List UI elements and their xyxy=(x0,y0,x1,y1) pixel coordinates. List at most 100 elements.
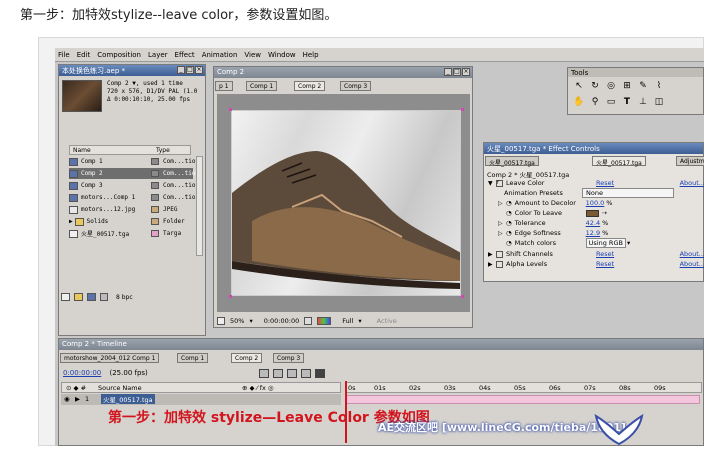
tab-effect-layer-1[interactable]: 火星_00517.tga xyxy=(485,156,539,167)
effect-row-color[interactable]: ◔ Color To Leave ⇢ xyxy=(498,208,698,218)
list-item[interactable]: 火星_00517.tga Targa xyxy=(69,228,181,239)
fx-toggle-icon[interactable]: f xyxy=(496,179,503,187)
current-time[interactable]: 0:00:00:00 xyxy=(63,369,101,377)
comp-viewport[interactable] xyxy=(217,94,470,312)
menu-view[interactable]: View xyxy=(241,48,265,61)
column-type[interactable]: Type xyxy=(156,147,170,154)
stopwatch-icon[interactable]: ◔ xyxy=(506,239,512,247)
list-item[interactable]: motors...Comp 1 Com...tion xyxy=(69,192,199,203)
maximize-icon[interactable]: □ xyxy=(186,66,194,74)
amount-value[interactable]: 100.0 xyxy=(586,199,605,207)
effect-row-match-colors[interactable]: ◔ Match colors Using RGB ▾ xyxy=(498,238,698,248)
tab-comp-1[interactable]: Comp 1 xyxy=(246,81,278,91)
expand-triangle-icon[interactable]: ▷ xyxy=(498,200,506,207)
folder-new-icon[interactable] xyxy=(74,293,83,301)
list-item[interactable]: motors...12.jpg JPEG xyxy=(69,204,177,215)
stopwatch-icon[interactable]: ◔ xyxy=(506,219,512,227)
stamp-tool-icon[interactable]: ⊥ xyxy=(636,96,650,110)
list-item-selected[interactable]: Comp 2 Com...tion xyxy=(69,168,199,179)
presets-dropdown[interactable]: None xyxy=(582,188,674,198)
about-link[interactable]: About... xyxy=(680,179,704,187)
motion-blur-icon[interactable] xyxy=(301,369,311,378)
close-icon[interactable]: × xyxy=(195,66,203,74)
reset-link[interactable]: Reset xyxy=(596,250,614,258)
graph-editor-icon[interactable] xyxy=(315,369,325,378)
text-tool-icon[interactable]: T xyxy=(620,96,634,110)
expand-triangle-icon[interactable]: ▼ xyxy=(488,180,496,187)
resolution-dropdown[interactable]: Full xyxy=(342,317,353,325)
about-link[interactable]: About... xyxy=(680,260,704,268)
rectangle-mask-tool-icon[interactable]: ▭ xyxy=(604,96,618,110)
effect-row-tolerance[interactable]: ▷ ◔ Tolerance 42.4% xyxy=(498,218,698,228)
tab-comp-3[interactable]: Comp 3 xyxy=(340,81,372,91)
eraser-tool-icon[interactable]: ◫ xyxy=(652,96,666,110)
menu-edit[interactable]: Edit xyxy=(74,48,95,61)
close-icon[interactable]: × xyxy=(462,68,470,76)
effect-row-shift-channels[interactable]: ▶ Shift Channels Reset About... xyxy=(488,249,704,259)
list-item[interactable]: ▶ Solids Folder xyxy=(69,216,185,227)
stopwatch-icon[interactable]: ◔ xyxy=(506,229,512,237)
trash-icon[interactable] xyxy=(100,293,108,301)
corner-handle[interactable] xyxy=(461,108,464,111)
tab-timeline-comp-2[interactable]: Comp 2 xyxy=(231,353,263,363)
expand-triangle-icon[interactable]: ▷ xyxy=(498,230,506,237)
minimize-icon[interactable]: _ xyxy=(177,66,185,74)
menu-file[interactable]: File xyxy=(55,48,74,61)
effect-row-amount[interactable]: ▷ ◔ Amount to Decolor 100.0% xyxy=(498,198,698,208)
chevron-down-icon[interactable]: ▾ xyxy=(627,239,630,247)
camera-tool-icon[interactable]: ◎ xyxy=(604,80,618,94)
zoom-tool-icon[interactable]: ⚲ xyxy=(588,96,602,110)
fx-toggle-icon[interactable] xyxy=(496,250,503,258)
list-item[interactable]: Comp 3 Com...tion xyxy=(69,180,199,191)
corner-handle[interactable] xyxy=(461,295,464,298)
comp-title-bar[interactable]: Comp 2 _ □ × xyxy=(214,67,472,78)
tab-effect-adjustment[interactable]: Adjustmen xyxy=(676,156,704,166)
list-item[interactable]: Comp 1 Com...tion xyxy=(69,156,199,167)
zoom-icon[interactable] xyxy=(217,316,225,325)
rotate-tool-icon[interactable]: ↻ xyxy=(588,80,602,94)
project-scrollbar[interactable] xyxy=(196,156,203,256)
tab-timeline-comp-3[interactable]: Comp 3 xyxy=(273,353,305,363)
tolerance-value[interactable]: 42.4 xyxy=(586,219,600,227)
eyedropper-icon[interactable]: ⇢ xyxy=(602,209,607,217)
snapshot-icon[interactable] xyxy=(304,316,313,325)
timecode-display[interactable]: 0:00:00:00 xyxy=(264,317,300,325)
pan-behind-tool-icon[interactable]: ⊞ xyxy=(620,80,634,94)
menu-animation[interactable]: Animation xyxy=(199,48,242,61)
menu-window[interactable]: Window xyxy=(265,48,300,61)
bit-depth-label[interactable]: 8 bpc xyxy=(116,294,133,301)
expand-triangle-icon[interactable]: ▶ xyxy=(488,261,496,268)
menu-effect[interactable]: Effect xyxy=(172,48,199,61)
minimize-icon[interactable]: _ xyxy=(444,68,452,76)
maximize-icon[interactable]: □ xyxy=(453,68,461,76)
effect-row-leave-color[interactable]: ▼ f Leave Color Reset About... xyxy=(488,178,704,188)
selection-tool-icon[interactable]: ↖ xyxy=(572,80,586,94)
match-colors-dropdown[interactable]: Using RGB xyxy=(585,238,626,248)
menu-composition[interactable]: Composition xyxy=(94,48,145,61)
effect-row-alpha-levels[interactable]: ▶ Alpha Levels Reset About... xyxy=(488,259,704,269)
find-icon[interactable] xyxy=(61,293,70,301)
effect-controls-title-bar[interactable]: 火星_00517.tga * Effect Controls xyxy=(484,143,703,154)
layer-duration-bar[interactable] xyxy=(345,395,700,404)
expand-triangle-icon[interactable]: ▷ xyxy=(498,220,506,227)
active-camera-dropdown[interactable]: Active xyxy=(377,317,397,325)
expand-triangle-icon[interactable]: ▶ xyxy=(75,395,80,403)
chevron-down-icon[interactable]: ▾ xyxy=(249,317,252,325)
hide-shy-icon[interactable] xyxy=(287,369,297,378)
softness-value[interactable]: 12.9 xyxy=(586,229,600,237)
tab-timeline-motorshow[interactable]: motorshow_2004_012 Comp 1 xyxy=(60,353,160,363)
composition-new-icon[interactable] xyxy=(87,293,96,301)
expand-triangle-icon[interactable]: ▶ xyxy=(488,251,496,258)
menu-help[interactable]: Help xyxy=(300,48,323,61)
tab-comp-2[interactable]: Comp 2 xyxy=(294,81,326,91)
color-swatch[interactable] xyxy=(585,209,599,217)
timeline-title-bar[interactable]: Comp 2 * Timeline xyxy=(59,339,703,350)
fx-toggle-icon[interactable] xyxy=(496,260,503,268)
hand-tool-icon[interactable]: ✋ xyxy=(572,96,586,110)
tools-title-bar[interactable]: Tools xyxy=(568,68,703,77)
reset-link[interactable]: Reset xyxy=(596,179,614,187)
about-link[interactable]: About... xyxy=(680,250,704,258)
stopwatch-icon[interactable]: ◔ xyxy=(506,209,512,217)
expand-triangle-icon[interactable]: ▶ xyxy=(69,218,73,225)
layer-row[interactable]: ◉ ▶ 1 火星_00517.tga xyxy=(61,394,341,405)
